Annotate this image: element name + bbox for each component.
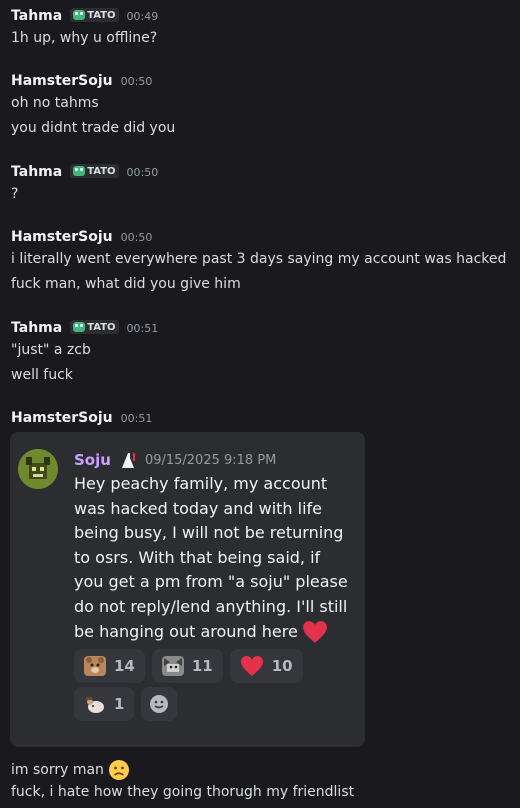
goose-icon bbox=[121, 453, 135, 468]
reaction-count: 10 bbox=[271, 657, 293, 675]
timestamp: 00:51 bbox=[126, 322, 159, 335]
forwarded-header: Soju 09/15/2025 9:18 PM bbox=[74, 450, 276, 470]
timestamp: 00:50 bbox=[126, 166, 159, 179]
timestamp: 00:50 bbox=[120, 75, 153, 88]
frog-icon bbox=[73, 166, 86, 176]
forwarded-text: Hey peachy family, my account was hacked… bbox=[74, 472, 359, 644]
reactions-row: 14 11 10 bbox=[74, 649, 303, 683]
clan-tag[interactable]: TATO bbox=[70, 320, 119, 334]
reaction-count: 14 bbox=[114, 657, 135, 675]
message-line: im sorry man bbox=[11, 759, 130, 781]
message-header: HamsterSoju 00:50 bbox=[11, 73, 152, 89]
forwarded-line: being busy, I will not be returning bbox=[74, 523, 344, 543]
author-name[interactable]: Tahma bbox=[11, 164, 62, 180]
heart-icon bbox=[302, 621, 327, 643]
forwarded-line: was hacked today and with life bbox=[74, 498, 322, 518]
reaction-count: 1 bbox=[114, 695, 125, 713]
reactions-row-2: 1 bbox=[74, 687, 178, 721]
forwarded-author[interactable]: Soju bbox=[74, 451, 111, 469]
author-name[interactable]: Tahma bbox=[11, 8, 62, 24]
cat-emoji-icon bbox=[161, 656, 184, 676]
forwarded-line: to osrs. With that being said, if bbox=[74, 547, 321, 567]
message-header: Tahma TATO 00:51 bbox=[11, 320, 158, 336]
message-text: you didnt trade did you bbox=[11, 120, 176, 136]
author-name[interactable]: HamsterSoju bbox=[11, 73, 113, 89]
forwarded-line: Hey peachy family, my account bbox=[74, 474, 328, 493]
forwarded-line: you get a pm from "a soju" please bbox=[74, 572, 348, 592]
message-header: Tahma TATO 00:49 bbox=[11, 8, 158, 24]
message-header: HamsterSoju 00:51 bbox=[11, 410, 152, 426]
heart-emoji-icon bbox=[240, 656, 263, 676]
message-text: fuck, i hate how they going thorugh my f… bbox=[11, 784, 355, 800]
smiley-icon bbox=[150, 695, 169, 713]
message-header: Tahma TATO 00:50 bbox=[11, 164, 158, 180]
message-header: HamsterSoju 00:50 bbox=[11, 229, 152, 245]
message-text: i literally went everywhere past 3 days … bbox=[11, 251, 507, 267]
forwarded-last-line: be hanging out around here bbox=[74, 620, 359, 645]
message-text: 1h up, why u offline? bbox=[11, 30, 158, 46]
clan-tag[interactable]: TATO bbox=[70, 164, 119, 178]
message-text: im sorry man bbox=[11, 762, 104, 778]
timestamp: 00:50 bbox=[120, 231, 153, 244]
timestamp: 00:51 bbox=[120, 412, 153, 425]
reaction-count: 11 bbox=[191, 657, 213, 675]
message-text: fuck man, what did you give him bbox=[11, 276, 241, 292]
avatar[interactable] bbox=[18, 449, 58, 489]
worried-face-icon bbox=[108, 760, 129, 780]
hamster-emoji-icon bbox=[86, 697, 104, 713]
reaction-cat[interactable]: 11 bbox=[151, 649, 223, 683]
author-name[interactable]: HamsterSoju bbox=[11, 229, 113, 245]
clan-tag[interactable]: TATO bbox=[70, 8, 119, 22]
forwarded-date: 09/15/2025 9:18 PM bbox=[144, 452, 277, 468]
add-reaction-button[interactable] bbox=[141, 687, 178, 721]
bear-emoji-icon bbox=[84, 656, 106, 676]
message-text: well fuck bbox=[11, 367, 73, 383]
reaction-heart[interactable]: 10 bbox=[229, 649, 303, 683]
author-name[interactable]: Tahma bbox=[11, 320, 62, 336]
timestamp: 00:49 bbox=[126, 10, 159, 23]
author-name[interactable]: HamsterSoju bbox=[11, 410, 113, 426]
frog-icon bbox=[73, 322, 86, 332]
forwarded-line: be hanging out around here bbox=[74, 621, 298, 641]
message-text: ? bbox=[11, 186, 19, 202]
forwarded-line: do not reply/lend anything. I'll still bbox=[74, 596, 348, 616]
message-text: "just" a zcb bbox=[11, 342, 91, 358]
frog-icon bbox=[73, 10, 86, 20]
message-text: oh no tahms bbox=[11, 95, 99, 111]
reaction-bear[interactable]: 14 bbox=[74, 649, 145, 683]
reaction-hamster[interactable]: 1 bbox=[74, 687, 135, 721]
